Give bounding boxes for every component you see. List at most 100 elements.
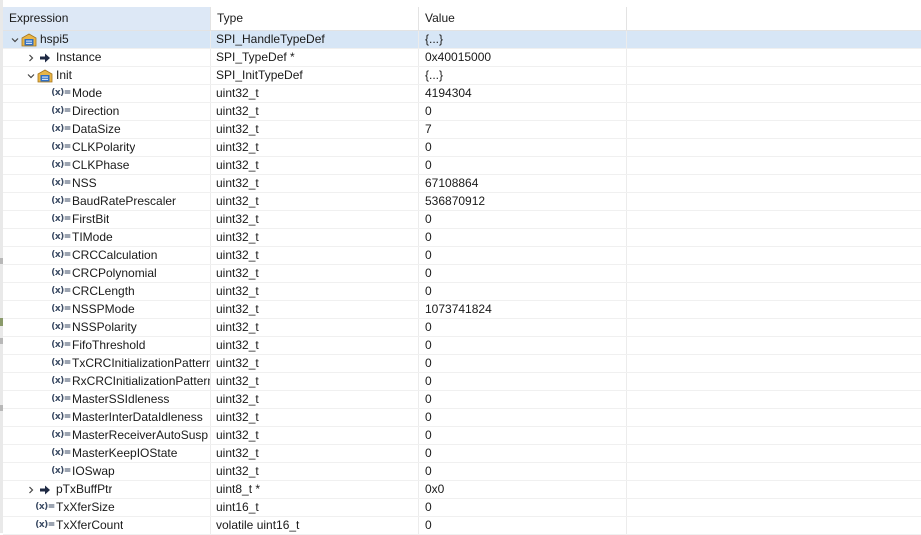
row-filler xyxy=(627,481,921,498)
value-cell[interactable]: 0x40015000 xyxy=(419,49,627,66)
tree-row[interactable]: (x)= CRCPolynomial uint32_t 0 xyxy=(3,265,921,283)
value-cell[interactable]: 0 xyxy=(419,157,627,174)
tree-row[interactable]: (x)= TIMode uint32_t 0 xyxy=(3,229,921,247)
variable-x-icon: (x)= xyxy=(51,121,71,138)
expression-cell[interactable]: (x)= CRCCalculation xyxy=(3,247,211,264)
type-cell: uint32_t xyxy=(211,85,419,102)
tree-row[interactable]: (x)= Mode uint32_t 4194304 xyxy=(3,85,921,103)
expression-cell[interactable]: (x)= CRCLength xyxy=(3,283,211,300)
expression-cell[interactable]: (x)= CRCPolynomial xyxy=(3,265,211,282)
expression-cell[interactable]: (x)= NSSPolarity xyxy=(3,319,211,336)
expression-cell[interactable]: (x)= NSSPMode xyxy=(3,301,211,318)
value-cell[interactable]: 67108864 xyxy=(419,175,627,192)
tree-row[interactable]: (x)= CRCLength uint32_t 0 xyxy=(3,283,921,301)
tree-row[interactable]: (x)= TxXferSize uint16_t 0 xyxy=(3,499,921,517)
column-header-expression[interactable]: Expression xyxy=(3,7,211,30)
tree-row[interactable]: hspi5 SPI_HandleTypeDef {...} xyxy=(3,31,921,49)
tree-row[interactable]: (x)= NSS uint32_t 67108864 xyxy=(3,175,921,193)
value-cell[interactable]: 0 xyxy=(419,409,627,426)
chevron-down-icon[interactable] xyxy=(9,31,21,48)
expression-cell[interactable]: (x)= CLKPhase xyxy=(3,157,211,174)
tree-row[interactable]: (x)= NSSPolarity uint32_t 0 xyxy=(3,319,921,337)
value-cell[interactable]: 4194304 xyxy=(419,85,627,102)
tree-row[interactable]: (x)= RxCRCInitializationPattern uint32_t 0 xyxy=(3,373,921,391)
value-cell[interactable]: 0 xyxy=(419,463,627,480)
value-cell[interactable]: 536870912 xyxy=(419,193,627,210)
value-cell[interactable]: 0 xyxy=(419,265,627,282)
value-cell[interactable]: 0 xyxy=(419,373,627,390)
value-cell[interactable]: 0 xyxy=(419,319,627,336)
value-cell[interactable]: 0 xyxy=(419,445,627,462)
expression-cell[interactable]: Init xyxy=(3,67,211,84)
expression-cell[interactable]: (x)= TxXferSize xyxy=(3,499,211,516)
column-header-value[interactable]: Value xyxy=(419,7,627,30)
value-cell[interactable]: 1073741824 xyxy=(419,301,627,318)
tree-row[interactable]: (x)= NSSPMode uint32_t 1073741824 xyxy=(3,301,921,319)
tree-row[interactable]: Instance SPI_TypeDef * 0x40015000 xyxy=(3,49,921,67)
tree-row[interactable]: (x)= Direction uint32_t 0 xyxy=(3,103,921,121)
value-cell[interactable]: 0 xyxy=(419,391,627,408)
tree-row[interactable]: (x)= IOSwap uint32_t 0 xyxy=(3,463,921,481)
expression-cell[interactable]: hspi5 xyxy=(3,31,211,48)
tree-row[interactable]: (x)= CLKPhase uint32_t 0 xyxy=(3,157,921,175)
tree-row[interactable]: (x)= TxCRCInitializationPattern uint32_t 0 xyxy=(3,355,921,373)
expression-cell[interactable]: (x)= NSS xyxy=(3,175,211,192)
value-cell[interactable]: 0 xyxy=(419,211,627,228)
value-cell[interactable]: 0 xyxy=(419,139,627,156)
value-cell[interactable]: 0 xyxy=(419,103,627,120)
expression-cell[interactable]: (x)= TxCRCInitializationPattern xyxy=(3,355,211,372)
variable-x-icon: (x)= xyxy=(51,283,71,300)
tree-row[interactable]: Init SPI_InitTypeDef {...} xyxy=(3,67,921,85)
value-cell[interactable]: 7 xyxy=(419,121,627,138)
expression-cell[interactable]: (x)= FirstBit xyxy=(3,211,211,228)
expression-cell[interactable]: (x)= DataSize xyxy=(3,121,211,138)
tree-row[interactable]: (x)= TxXferCount volatile uint16_t 0 xyxy=(3,517,921,535)
expression-cell[interactable]: (x)= TIMode xyxy=(3,229,211,246)
column-header-type[interactable]: Type xyxy=(211,7,419,30)
expression-cell[interactable]: (x)= IOSwap xyxy=(3,463,211,480)
tree-row[interactable]: (x)= MasterKeepIOState uint32_t 0 xyxy=(3,445,921,463)
value-cell[interactable]: 0x0 xyxy=(419,481,627,498)
chevron-down-icon[interactable] xyxy=(25,67,37,84)
row-filler xyxy=(627,427,921,444)
expression-cell[interactable]: (x)= Direction xyxy=(3,103,211,120)
value-cell[interactable]: {...} xyxy=(419,31,627,48)
value-cell[interactable]: 0 xyxy=(419,499,627,516)
expression-cell[interactable]: (x)= MasterSSIdleness xyxy=(3,391,211,408)
tree-row[interactable]: (x)= FirstBit uint32_t 0 xyxy=(3,211,921,229)
tree-row[interactable]: (x)= BaudRatePrescaler uint32_t 536870912 xyxy=(3,193,921,211)
expression-cell[interactable]: (x)= TxXferCount xyxy=(3,517,211,534)
chevron-right-icon[interactable] xyxy=(25,481,37,498)
tree-row[interactable]: (x)= CRCCalculation uint32_t 0 xyxy=(3,247,921,265)
tree-row[interactable]: (x)= DataSize uint32_t 7 xyxy=(3,121,921,139)
expression-cell[interactable]: (x)= MasterReceiverAutoSusp xyxy=(3,427,211,444)
tree-row[interactable]: (x)= CLKPolarity uint32_t 0 xyxy=(3,139,921,157)
row-filler xyxy=(627,139,921,156)
tree-row[interactable]: (x)= MasterInterDataIdleness uint32_t 0 xyxy=(3,409,921,427)
expression-cell[interactable]: (x)= Mode xyxy=(3,85,211,102)
value-cell[interactable]: 0 xyxy=(419,337,627,354)
value-cell[interactable]: 0 xyxy=(419,517,627,534)
tree-row[interactable]: (x)= FifoThreshold uint32_t 0 xyxy=(3,337,921,355)
tree-row[interactable]: (x)= MasterSSIdleness uint32_t 0 xyxy=(3,391,921,409)
expression-cell[interactable]: (x)= FifoThreshold xyxy=(3,337,211,354)
expression-cell[interactable]: (x)= MasterKeepIOState xyxy=(3,445,211,462)
expression-cell[interactable]: (x)= RxCRCInitializationPattern xyxy=(3,373,211,390)
tree-row[interactable]: pTxBuffPtr uint8_t * 0x0 xyxy=(3,481,921,499)
value-cell[interactable]: 0 xyxy=(419,283,627,300)
variable-x-icon: (x)= xyxy=(51,301,71,318)
expression-cell[interactable]: pTxBuffPtr xyxy=(3,481,211,498)
expression-cell[interactable]: Instance xyxy=(3,49,211,66)
tree-row[interactable]: (x)= MasterReceiverAutoSusp uint32_t 0 xyxy=(3,427,921,445)
value-cell[interactable]: 0 xyxy=(419,247,627,264)
value-cell[interactable]: 0 xyxy=(419,229,627,246)
value-cell[interactable]: 0 xyxy=(419,355,627,372)
expression-cell[interactable]: (x)= CLKPolarity xyxy=(3,139,211,156)
value-cell[interactable]: {...} xyxy=(419,67,627,84)
row-filler xyxy=(627,247,921,264)
chevron-right-icon[interactable] xyxy=(25,49,37,66)
expression-cell[interactable]: (x)= BaudRatePrescaler xyxy=(3,193,211,210)
expression-cell[interactable]: (x)= MasterInterDataIdleness xyxy=(3,409,211,426)
expression-name: TxCRCInitializationPattern xyxy=(72,356,210,370)
value-cell[interactable]: 0 xyxy=(419,427,627,444)
